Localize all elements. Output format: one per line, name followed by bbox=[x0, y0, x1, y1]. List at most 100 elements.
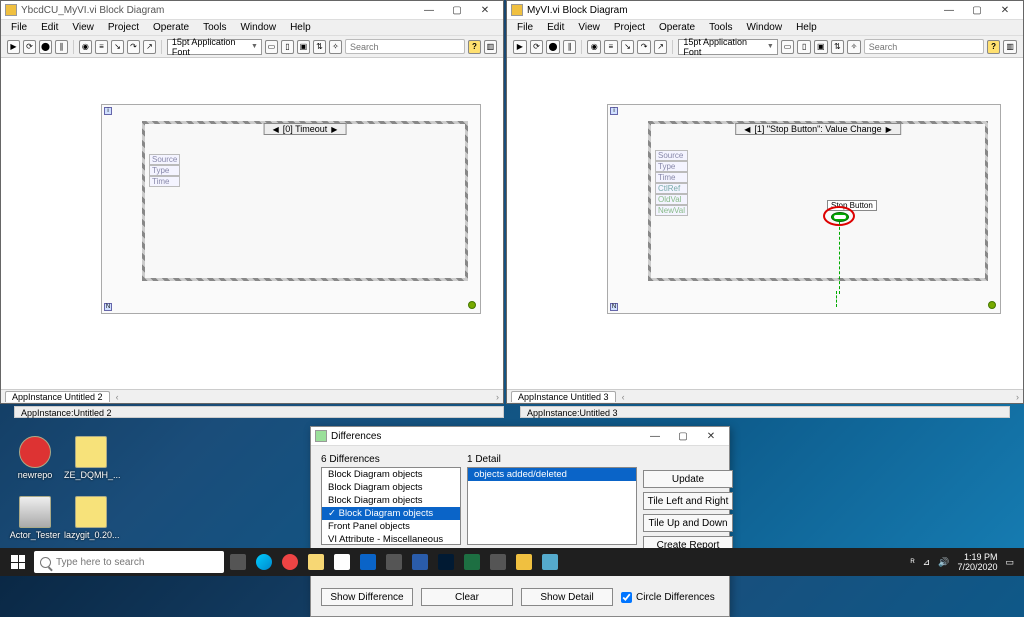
maximize-button[interactable]: ▢ bbox=[443, 2, 471, 18]
distribute-button[interactable]: ▯ bbox=[797, 40, 811, 54]
detail-item[interactable]: objects added/deleted bbox=[468, 468, 636, 481]
prev-case-icon[interactable]: ◀ bbox=[744, 125, 750, 134]
retain-button[interactable]: ≡ bbox=[604, 40, 618, 54]
clear-button[interactable]: Clear bbox=[421, 588, 513, 606]
next-case-icon[interactable]: ▶ bbox=[886, 125, 892, 134]
taskbar-word[interactable] bbox=[408, 550, 432, 574]
step-into-button[interactable]: ↘ bbox=[621, 40, 635, 54]
difference-item[interactable]: VI Attribute - Miscellaneous bbox=[322, 533, 460, 545]
context-help-icon[interactable]: ▥ bbox=[1003, 40, 1017, 54]
menu-project[interactable]: Project bbox=[102, 21, 145, 34]
while-loop[interactable]: i N ◀ [0] Timeout ▶ Source Type Time bbox=[101, 104, 481, 314]
cleanup-button[interactable]: ✧ bbox=[847, 40, 861, 54]
dialog-titlebar[interactable]: Differences — ▢ ✕ bbox=[311, 427, 729, 446]
loop-condition-terminal[interactable] bbox=[468, 301, 476, 309]
resize-button[interactable]: ▣ bbox=[814, 40, 828, 54]
tray-vol-icon[interactable]: 🔊 bbox=[938, 557, 949, 568]
step-into-button[interactable]: ↘ bbox=[111, 40, 124, 54]
reorder-button[interactable]: ⇅ bbox=[313, 40, 326, 54]
run-cont-button[interactable]: ⟳ bbox=[530, 40, 544, 54]
tile-lr-button[interactable]: Tile Left and Right bbox=[643, 492, 733, 510]
desktop-icon-ZE_DQMH_...[interactable]: ZE_DQMH_... bbox=[64, 436, 118, 480]
align-button[interactable]: ▭ bbox=[781, 40, 795, 54]
difference-item[interactable]: Block Diagram objects bbox=[322, 468, 460, 481]
event-case-selector[interactable]: ◀ [0] Timeout ▶ bbox=[264, 123, 347, 135]
scroll-left-icon[interactable]: ‹ bbox=[622, 392, 625, 402]
menu-window[interactable]: Window bbox=[740, 21, 788, 34]
distribute-button[interactable]: ▯ bbox=[281, 40, 294, 54]
pause-button[interactable]: ∥ bbox=[563, 40, 577, 54]
taskbar-app1[interactable] bbox=[382, 550, 406, 574]
difference-item[interactable]: Block Diagram objects bbox=[322, 494, 460, 507]
event-data-node[interactable]: Source Type Time bbox=[149, 154, 180, 187]
menu-view[interactable]: View bbox=[572, 21, 606, 34]
desktop-icon-newrepo[interactable]: newrepo bbox=[8, 436, 62, 480]
align-button[interactable]: ▭ bbox=[265, 40, 278, 54]
menu-edit[interactable]: Edit bbox=[35, 21, 64, 34]
taskbar-edge[interactable] bbox=[252, 550, 276, 574]
retain-button[interactable]: ≡ bbox=[95, 40, 108, 54]
context-tab[interactable]: AppInstance Untitled 2 bbox=[5, 391, 110, 402]
cleanup-button[interactable]: ✧ bbox=[329, 40, 342, 54]
system-tray[interactable]: ᴿ ⊿ 🔊 1:19 PM 7/20/2020 ▭ bbox=[911, 552, 1020, 572]
menu-operate[interactable]: Operate bbox=[653, 21, 701, 34]
taskbar-mail[interactable] bbox=[356, 550, 380, 574]
taskbar-opera[interactable] bbox=[278, 550, 302, 574]
step-out-button[interactable]: ↗ bbox=[654, 40, 668, 54]
scroll-right-icon[interactable]: › bbox=[496, 392, 499, 402]
help-icon[interactable]: ? bbox=[987, 40, 1001, 54]
menu-window[interactable]: Window bbox=[234, 21, 282, 34]
difference-item[interactable]: Block Diagram objects bbox=[322, 481, 460, 494]
block-diagram-canvas[interactable]: i N ◀ [1] "Stop Button": Value Change ▶ … bbox=[507, 58, 1023, 389]
menu-help[interactable]: Help bbox=[284, 21, 317, 34]
hscroll-a[interactable]: AppInstance:Untitled 2 bbox=[14, 406, 504, 418]
highlight-button[interactable]: ◉ bbox=[587, 40, 601, 54]
boolean-wire[interactable] bbox=[839, 222, 840, 294]
run-button[interactable]: ▶ bbox=[513, 40, 527, 54]
menu-help[interactable]: Help bbox=[790, 21, 823, 34]
taskbar-explorer[interactable] bbox=[304, 550, 328, 574]
difference-item[interactable]: Front Panel objects bbox=[322, 520, 460, 533]
step-out-button[interactable]: ↗ bbox=[143, 40, 156, 54]
event-structure[interactable]: ◀ [1] "Stop Button": Value Change ▶ Sour… bbox=[648, 121, 988, 281]
hscroll-b[interactable]: AppInstance:Untitled 3 bbox=[520, 406, 1010, 418]
menu-view[interactable]: View bbox=[66, 21, 100, 34]
font-selector[interactable]: 15pt Application Font bbox=[678, 39, 777, 55]
tray-net-icon[interactable]: ⊿ bbox=[923, 557, 931, 568]
menu-file[interactable]: File bbox=[511, 21, 539, 34]
minimize-button[interactable]: — bbox=[415, 2, 443, 18]
task-view-icon[interactable] bbox=[226, 550, 250, 574]
abort-button[interactable]: ⬤ bbox=[39, 40, 52, 54]
reorder-button[interactable]: ⇅ bbox=[831, 40, 845, 54]
menu-project[interactable]: Project bbox=[608, 21, 651, 34]
taskbar-labview[interactable] bbox=[512, 550, 536, 574]
context-tab[interactable]: AppInstance Untitled 3 bbox=[511, 391, 616, 402]
update-button[interactable]: Update bbox=[643, 470, 733, 488]
circle-differences-checkbox[interactable]: Circle Differences bbox=[621, 592, 715, 603]
boolean-wire-to-stop[interactable] bbox=[836, 291, 837, 307]
menu-edit[interactable]: Edit bbox=[541, 21, 570, 34]
run-cont-button[interactable]: ⟳ bbox=[23, 40, 36, 54]
maximize-button[interactable]: ▢ bbox=[963, 2, 991, 18]
event-case-selector[interactable]: ◀ [1] "Stop Button": Value Change ▶ bbox=[735, 123, 901, 135]
taskbar-app3[interactable] bbox=[538, 550, 562, 574]
taskbar-store[interactable] bbox=[330, 550, 354, 574]
taskbar-search[interactable]: Type here to search bbox=[34, 551, 224, 573]
close-button[interactable]: ✕ bbox=[991, 2, 1019, 18]
run-button[interactable]: ▶ bbox=[7, 40, 20, 54]
desktop-icon-lazygit_0.20...[interactable]: lazygit_0.20... bbox=[64, 496, 118, 540]
prev-case-icon[interactable]: ◀ bbox=[273, 125, 279, 134]
abort-button[interactable]: ⬤ bbox=[546, 40, 560, 54]
notifications-icon[interactable]: ▭ bbox=[1005, 557, 1014, 568]
close-button[interactable]: ✕ bbox=[471, 2, 499, 18]
difference-item[interactable]: Block Diagram objects bbox=[322, 507, 460, 520]
search-input[interactable] bbox=[345, 39, 465, 54]
titlebar-right[interactable]: MyVI.vi Block Diagram — ▢ ✕ bbox=[507, 1, 1023, 20]
desktop-icon-Actor_Tester[interactable]: Actor_Tester bbox=[8, 496, 62, 540]
taskbar-clock[interactable]: 1:19 PM 7/20/2020 bbox=[957, 552, 997, 572]
dialog-maximize[interactable]: ▢ bbox=[669, 428, 697, 444]
highlight-button[interactable]: ◉ bbox=[79, 40, 92, 54]
loop-count-terminal[interactable]: N bbox=[610, 303, 618, 311]
help-icon[interactable]: ? bbox=[468, 40, 481, 54]
menu-tools[interactable]: Tools bbox=[703, 21, 738, 34]
